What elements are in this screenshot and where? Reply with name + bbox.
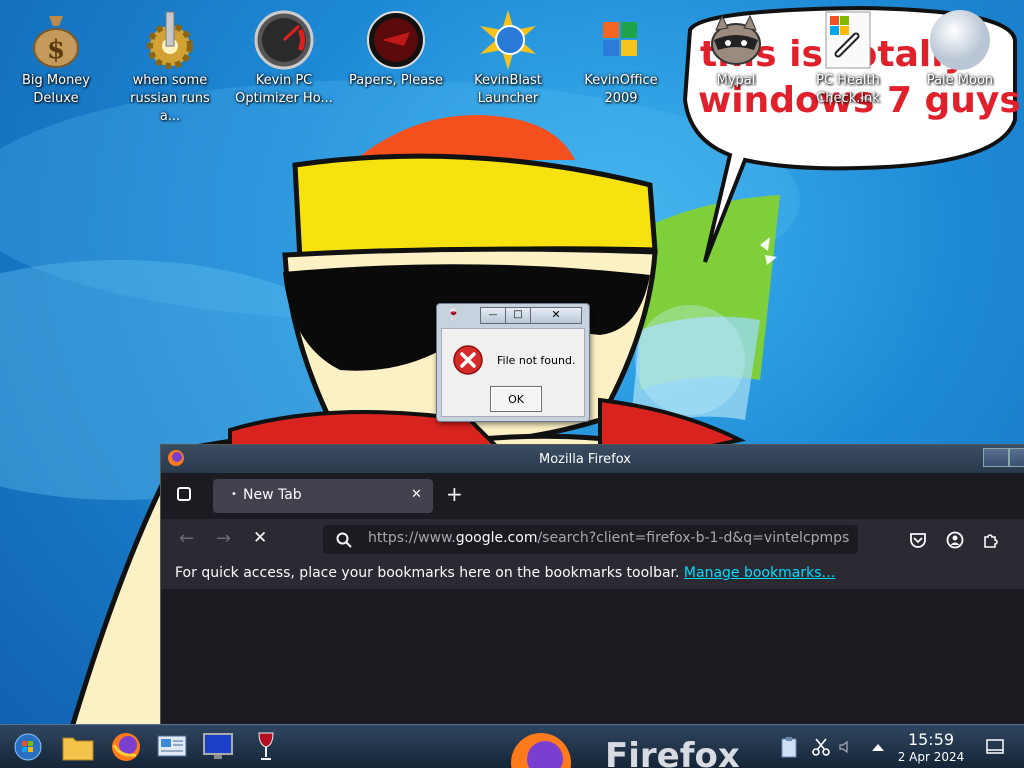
firefox-watermark-text: Firefox [605,741,740,768]
taskbar-file-explorer[interactable] [58,729,98,765]
desktop-icon-mypal[interactable]: Mypal [684,8,788,118]
chevron-up-icon [872,744,884,751]
firefox-titlebar[interactable]: Mozilla Firefox [161,445,1024,473]
taskbar-control-panel[interactable] [152,729,192,765]
clock[interactable]: 15:59 2 Apr 2024 [896,731,966,765]
wine-glass-icon: 🍷 [446,307,461,321]
desktop-icon-russian[interactable]: when some russian runs a... [118,8,222,124]
file-explorer-icon [62,737,94,761]
extensions-icon[interactable] [982,531,1000,549]
wine-glass-icon [258,732,274,760]
tray-volume[interactable] [830,729,860,765]
list-all-tabs-icon[interactable] [177,487,191,501]
bookmarks-empty-message: For quick access, place your bookmarks h… [175,565,680,581]
scissors-icon [812,738,830,756]
firefox-watermark-icon [511,733,571,768]
moon-icon [928,8,992,72]
desktop-icon-label: when some russian runs a... [130,73,210,124]
svg-text:$: $ [47,35,65,65]
desktop-icon-label: KevinBlast Launcher [474,73,542,106]
bookmarks-toolbar: For quick access, place your bookmarks h… [161,561,1024,589]
desktop-icon-pc-health-check[interactable]: PC Health Check.lnk [796,8,900,118]
error-icon [453,345,483,375]
monitor-icon [203,733,233,759]
start-orb-icon [14,733,42,761]
money-bag-icon: $ [24,8,88,72]
url-bar[interactable]: https://www.google.com/search?client=fir… [323,525,858,554]
desktop-icon-kevinoffice-2009[interactable]: KevinOffice 2009 [569,8,673,118]
navigation-toolbar: ← → ✕ https://www.google.com/search?clie… [161,519,1024,561]
desktop-icon-big-money-deluxe[interactable]: $ Big Money Deluxe [4,8,108,118]
desktop-icon-papers-please[interactable]: Papers, Please [344,8,448,118]
desktop-icon-pale-moon[interactable]: Pale Moon [908,8,1012,118]
pocket-icon[interactable] [909,531,927,549]
desktop-icon-label: Mypal [716,73,756,88]
dialog-message: File not found. [497,354,576,367]
dialog-close-button[interactable]: ✕ [530,307,582,324]
gear-icon [138,8,202,72]
desktop-icon-label: Kevin PC Optimizer Ho... [235,73,333,106]
firefox-maximize-button[interactable] [1009,448,1024,467]
clock-time: 15:59 [907,730,955,749]
papers-please-icon [364,8,428,72]
desktop-icon-label: KevinOffice 2009 [584,73,658,106]
speedometer-icon [252,8,316,72]
tab-close-icon[interactable]: ✕ [411,487,422,502]
tab-strip: • New Tab ✕ + [161,473,1024,519]
search-icon [336,532,352,548]
raccoon-icon [704,8,768,72]
ok-button[interactable]: OK [490,386,542,412]
tab-loading-dot-icon: • [231,489,237,500]
url-prefix: https://www. [368,530,456,546]
show-desktop-button[interactable] [978,729,1012,765]
account-icon[interactable] [946,531,964,549]
desktop-icon-kevinblast-launcher[interactable]: KevinBlast Launcher [456,8,560,118]
start-button[interactable] [8,729,48,765]
starburst-icon [476,8,540,72]
desktop-icon-kevin-pc-optimizer[interactable]: Kevin PC Optimizer Ho... [232,8,336,118]
desktop-icon-label: Big Money Deluxe [21,73,90,106]
back-button[interactable]: ← [179,528,194,549]
desktop-icon-label: Papers, Please [348,73,444,88]
tab-label: New Tab [243,487,302,503]
firefox-window: Mozilla Firefox • New Tab ✕ + ← → ✕ http… [160,444,1024,736]
firefox-titlebar-icon [168,450,184,466]
firefox-minimize-button[interactable] [983,448,1009,467]
speaker-icon [839,740,848,754]
shortcut-link-icon [816,8,880,72]
page-content-area[interactable] [161,590,1024,735]
desktop-icon-label: PC Health Check.lnk [816,73,880,106]
clipboard-icon [781,737,797,758]
taskbar-monitor[interactable] [198,729,238,765]
dialog-maximize-button[interactable]: □ [505,307,531,324]
control-panel-icon [157,735,187,757]
dialog-minimize-button[interactable]: — [480,307,506,324]
new-tab-button[interactable]: + [446,482,463,506]
forward-button[interactable]: → [216,528,231,549]
dialog-body: File not found. OK [441,328,585,417]
taskbar-firefox[interactable] [106,729,146,765]
taskbar-wine[interactable] [246,729,286,765]
firefox-window-title: Mozilla Firefox [539,452,631,467]
desktop: this is totally windows 7 guys $ Big Mon… [0,0,1024,768]
url-domain: google.com [455,530,538,546]
firefox-icon [112,733,140,761]
error-dialog: 🍷 — □ ✕ File not found. OK [436,303,590,422]
manage-bookmarks-link[interactable]: Manage bookmarks… [684,565,836,581]
url-path: /search?client=firefox-b-1-d&q=vintelcpm… [537,530,850,546]
taskbar: Firefox 15:59 2 Apr 2024 [0,724,1024,768]
show-desktop-icon [986,739,1004,754]
stop-button[interactable]: ✕ [253,528,267,548]
tray-show-hidden[interactable] [860,729,896,765]
clock-date: 2 Apr 2024 [897,750,965,764]
tray-clipboard[interactable] [772,729,806,765]
tab-new-tab[interactable]: • New Tab ✕ [213,479,433,513]
office-logo-icon [589,8,653,72]
desktop-icon-label: Pale Moon [926,73,994,88]
dialog-titlebar[interactable]: 🍷 — □ ✕ [437,304,589,326]
